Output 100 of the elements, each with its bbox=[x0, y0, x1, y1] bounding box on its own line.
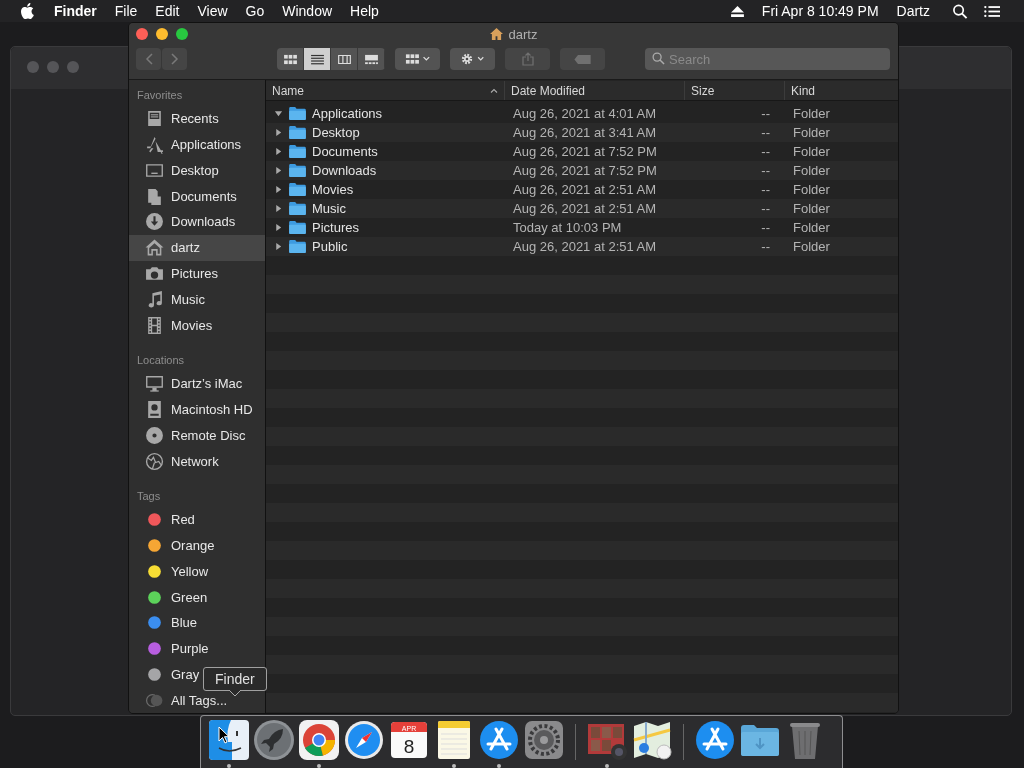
table-cell-text: -- bbox=[760, 125, 771, 140]
grid-icon bbox=[282, 53, 298, 65]
sidebar-heading: Favorites bbox=[136, 88, 184, 103]
disclosure-triangle-icon[interactable] bbox=[274, 204, 283, 213]
sidebar-item[interactable]: Downloads bbox=[129, 209, 240, 235]
folder-icon bbox=[289, 183, 306, 196]
disclosure-triangle-icon[interactable] bbox=[274, 147, 283, 156]
sidebar-item[interactable]: Network bbox=[129, 448, 223, 474]
list-view-button[interactable] bbox=[304, 48, 331, 70]
table-cell-text: Folder bbox=[792, 220, 831, 235]
sidebar-item[interactable]: Remote Disc bbox=[129, 422, 250, 449]
menu-item[interactable]: Window bbox=[282, 3, 333, 19]
zoom-button[interactable] bbox=[176, 28, 188, 40]
sidebar-item[interactable]: Recents bbox=[129, 105, 223, 132]
table-cell-text: Folder bbox=[792, 239, 831, 254]
table-cell-text: Aug 26, 2021 at 4:01 AM bbox=[512, 106, 658, 121]
sidebar-item[interactable]: Desktop bbox=[129, 157, 223, 184]
download-icon bbox=[145, 212, 164, 232]
column-header[interactable]: Name bbox=[266, 81, 505, 100]
table-cell-text: Aug 26, 2021 at 3:41 AM bbox=[512, 125, 658, 140]
table-cell-text: Aug 26, 2021 at 7:52 PM bbox=[512, 144, 658, 159]
close-button[interactable] bbox=[136, 28, 148, 40]
table-cell-text: -- bbox=[760, 239, 771, 254]
apple-logo-icon[interactable] bbox=[20, 3, 34, 19]
column-header[interactable]: Size bbox=[685, 81, 785, 100]
disclosure-triangle-icon[interactable] bbox=[274, 185, 283, 194]
column-header[interactable]: Date Modified bbox=[505, 81, 685, 100]
sidebar-item[interactable]: dartz bbox=[129, 234, 265, 261]
sidebar-item[interactable]: Macintosh HD bbox=[129, 396, 257, 423]
menu-item[interactable]: Edit bbox=[155, 3, 180, 19]
table-cell-text: Aug 26, 2021 at 2:51 AM bbox=[512, 201, 658, 216]
folder-icon bbox=[289, 107, 306, 120]
menu-item[interactable]: Go bbox=[245, 3, 265, 19]
sidebar-item[interactable]: Applications bbox=[129, 131, 246, 158]
search-icon[interactable] bbox=[952, 3, 968, 19]
table-cell-text: Today at 10:03 PM bbox=[512, 220, 623, 235]
folder-icon bbox=[289, 202, 306, 215]
file-name: Downloads bbox=[312, 163, 377, 178]
calendar-day: 8 bbox=[403, 736, 415, 757]
table-cell-text: Folder bbox=[792, 182, 831, 197]
compass-icon[interactable] bbox=[342, 718, 386, 762]
sidebar-item[interactable]: Red bbox=[129, 506, 199, 533]
app-menu[interactable]: Finder bbox=[54, 3, 97, 19]
menu-item[interactable]: View bbox=[197, 3, 228, 19]
file-name: Applications bbox=[312, 106, 383, 121]
sidebar-item[interactable]: Movies bbox=[129, 312, 217, 338]
rocket-icon[interactable] bbox=[252, 718, 296, 762]
column-header[interactable]: Kind bbox=[785, 81, 898, 100]
sidebar-item[interactable]: Green bbox=[129, 584, 212, 610]
folder-icon bbox=[289, 164, 306, 177]
sidebar-item[interactable]: Purple bbox=[129, 635, 213, 662]
clock[interactable]: Fri Apr 8 10:49 PM bbox=[761, 3, 879, 19]
table-cell-text: -- bbox=[760, 106, 771, 121]
folder-icon bbox=[289, 145, 306, 158]
house-icon bbox=[489, 28, 503, 40]
sidebar-item[interactable]: Dartz’s iMac bbox=[129, 370, 247, 397]
finder-icon[interactable] bbox=[207, 718, 251, 762]
browser-icon[interactable] bbox=[297, 718, 341, 762]
computer-icon bbox=[145, 374, 164, 394]
share-icon bbox=[521, 52, 534, 66]
table-cell-text: -- bbox=[760, 144, 771, 159]
columns-icon bbox=[336, 53, 352, 65]
file-name: Music bbox=[312, 201, 346, 216]
table-cell-text: Folder bbox=[792, 106, 831, 121]
search-icon bbox=[652, 52, 665, 65]
group-by-button[interactable] bbox=[395, 48, 440, 70]
table-cell-text: Folder bbox=[792, 201, 831, 216]
chevron-right-icon bbox=[170, 53, 179, 65]
list-icon[interactable] bbox=[984, 3, 1000, 19]
disclosure-triangle-icon[interactable] bbox=[274, 223, 283, 232]
menu-item[interactable]: File bbox=[114, 3, 138, 19]
eject-icon[interactable] bbox=[730, 5, 744, 17]
disclosure-triangle-icon[interactable] bbox=[274, 242, 283, 251]
grid-dropdown-icon bbox=[404, 53, 431, 65]
sidebar-item[interactable]: Blue bbox=[129, 609, 202, 636]
user-menu[interactable]: Dartz bbox=[896, 3, 930, 19]
table-cell-text: Aug 26, 2021 at 2:51 AM bbox=[512, 182, 658, 197]
disclosure-triangle-icon[interactable] bbox=[274, 166, 283, 175]
table-cell-text: -- bbox=[760, 182, 771, 197]
disclosure-triangle-icon[interactable] bbox=[274, 128, 283, 137]
sidebar-item[interactable]: Pictures bbox=[129, 260, 222, 287]
action-button[interactable] bbox=[450, 48, 495, 70]
folder-icon bbox=[289, 240, 306, 253]
cursor-icon bbox=[218, 726, 230, 744]
sidebar-item[interactable]: Documents bbox=[129, 183, 241, 209]
gear-dropdown-icon bbox=[459, 53, 486, 65]
menu-item[interactable]: Help bbox=[350, 3, 379, 19]
minimize-button[interactable] bbox=[156, 28, 168, 40]
folder-icon bbox=[289, 126, 306, 139]
sidebar-item[interactable]: Gray bbox=[129, 661, 204, 688]
sidebar-item[interactable]: Music bbox=[129, 286, 209, 313]
tooltip-pointer-icon bbox=[228, 690, 241, 697]
file-name: Public bbox=[312, 239, 348, 254]
gear-icon[interactable] bbox=[522, 718, 566, 762]
house-icon bbox=[145, 238, 164, 258]
sidebar-item[interactable]: Orange bbox=[129, 532, 219, 559]
disclosure-triangle-icon[interactable] bbox=[274, 109, 283, 118]
sidebar-item[interactable]: Yellow bbox=[129, 558, 213, 585]
tray-icon bbox=[145, 109, 164, 129]
table-cell-text: Folder bbox=[792, 163, 831, 178]
